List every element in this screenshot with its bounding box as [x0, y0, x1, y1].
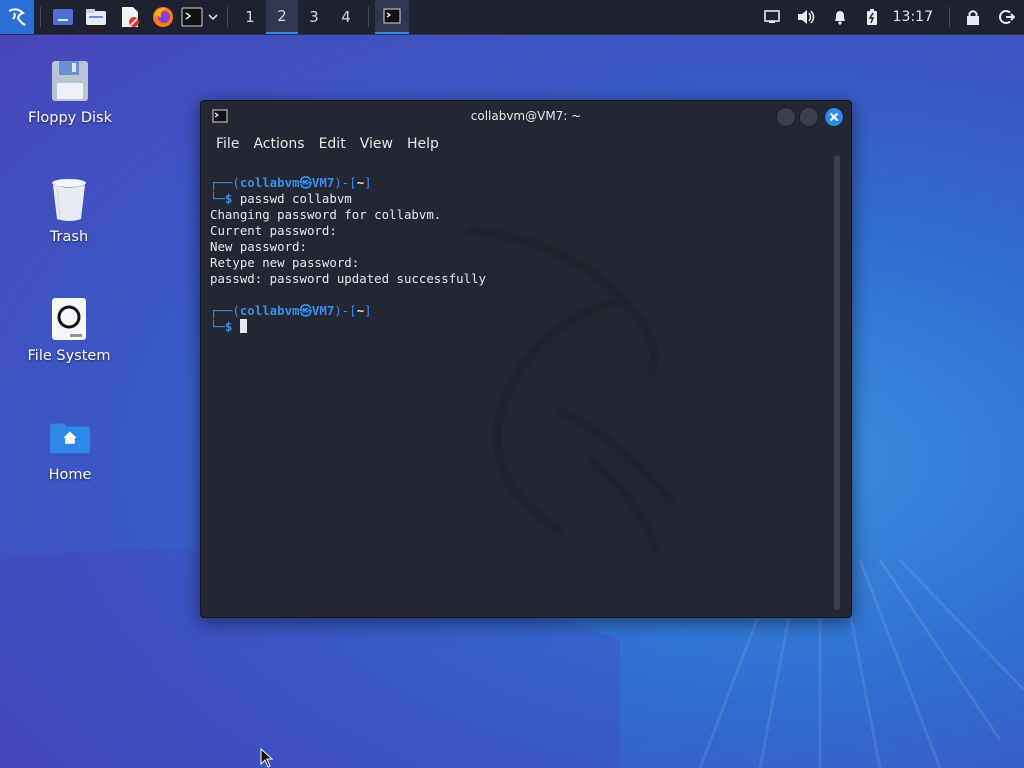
workspace-4[interactable]: 4	[330, 0, 362, 34]
workspace-2[interactable]: 2	[266, 0, 298, 34]
command-line: └─$ passwd collabvm	[210, 191, 352, 206]
firefox-icon[interactable]	[147, 0, 179, 34]
window-title: collabvm@VM7: ~	[470, 109, 582, 123]
output-line: Current password:	[210, 223, 337, 238]
terminal-output[interactable]: ┌──(collabvm㉿VM7)-[~] └─$ passwd collabvm…	[210, 175, 825, 605]
prompt-host: VM7	[311, 303, 335, 318]
workspace-label: 1	[245, 8, 255, 26]
maximize-button[interactable]	[799, 107, 819, 127]
panel-separator	[40, 7, 41, 27]
lock-icon[interactable]	[956, 0, 990, 34]
terminal-icon	[383, 8, 401, 24]
prompt-user: collabvm	[239, 175, 300, 190]
battery-icon[interactable]	[857, 0, 887, 34]
terminal-scrollbar[interactable]	[834, 155, 840, 610]
home-folder-icon	[49, 415, 91, 461]
desktop-icon-label: File System	[27, 348, 111, 364]
close-button[interactable]	[824, 107, 844, 127]
desktop-icon-label: Floppy Disk	[28, 110, 112, 126]
close-icon	[829, 112, 839, 122]
notification-icon[interactable]	[823, 0, 857, 34]
logout-icon[interactable]	[990, 0, 1024, 34]
menu-view[interactable]: View	[353, 134, 400, 154]
input-line: └─$	[210, 319, 825, 335]
workspace-label: 2	[277, 7, 287, 25]
panel-separator	[949, 7, 950, 27]
terminal-icon[interactable]	[179, 0, 205, 34]
prompt-host: VM7	[311, 175, 335, 190]
kali-menu-icon[interactable]	[0, 0, 34, 34]
system-tray: 13:17	[755, 0, 1024, 34]
output-line: Changing password for collabvm.	[210, 207, 442, 222]
workspace-1[interactable]: 1	[234, 0, 266, 34]
prompt-user: collabvm	[239, 303, 300, 318]
menu-edit[interactable]: Edit	[312, 134, 353, 154]
panel-separator	[227, 7, 228, 27]
workspace-label: 3	[309, 8, 319, 26]
desktop-icon-trash[interactable]: Trash	[14, 177, 124, 245]
prompt-line-1: ┌──(collabvm㉿VM7)-[~]	[210, 175, 372, 190]
terminal-menubar: File Actions Edit View Help	[201, 131, 851, 157]
top-panel: 1 2 3 4 13:17	[0, 0, 1024, 35]
window-titlebar[interactable]: collabvm@VM7: ~	[201, 101, 851, 131]
terminal-window[interactable]: collabvm@VM7: ~ File Actions Edit View H…	[200, 100, 852, 618]
command-text: passwd collabvm	[239, 191, 352, 206]
workspace-3[interactable]: 3	[298, 0, 330, 34]
mouse-pointer-icon	[260, 748, 274, 768]
output-line: New password:	[210, 239, 307, 254]
workspace-label: 4	[341, 8, 351, 26]
desktop-icon-label: Home	[48, 467, 92, 483]
output-line: passwd: password updated successfully	[210, 271, 487, 286]
prompt-at: ㉿	[299, 303, 312, 318]
hard-drive-icon	[48, 296, 90, 342]
menu-file[interactable]: File	[209, 134, 246, 154]
trash-icon	[48, 177, 90, 223]
floppy-disk-icon	[49, 58, 91, 104]
prompt-line-2: ┌──(collabvm㉿VM7)-[~]	[210, 303, 372, 318]
prompt-at: ㉿	[299, 175, 312, 190]
menu-help[interactable]: Help	[400, 134, 446, 154]
desktop-icon-floppy-disk[interactable]: Floppy Disk	[15, 58, 125, 126]
output-line: Retype new password:	[210, 255, 360, 270]
volume-icon[interactable]	[789, 0, 823, 34]
taskbar-terminal-button[interactable]	[375, 0, 409, 34]
desktop-icon-home[interactable]: Home	[15, 415, 125, 483]
desktop-icon-label: Trash	[49, 229, 89, 245]
desktop-icon-file-system[interactable]: File System	[14, 296, 124, 364]
network-icon[interactable]	[755, 0, 789, 34]
minimize-button[interactable]	[776, 107, 796, 127]
menu-actions[interactable]: Actions	[246, 134, 311, 154]
dropdown-icon[interactable]	[205, 0, 221, 34]
file-manager-icon[interactable]	[79, 0, 113, 34]
show-desktop-icon[interactable]	[47, 0, 79, 34]
panel-separator	[368, 7, 369, 27]
text-cursor	[239, 319, 247, 333]
text-editor-icon[interactable]	[113, 0, 147, 34]
clock[interactable]: 13:17	[893, 9, 933, 25]
